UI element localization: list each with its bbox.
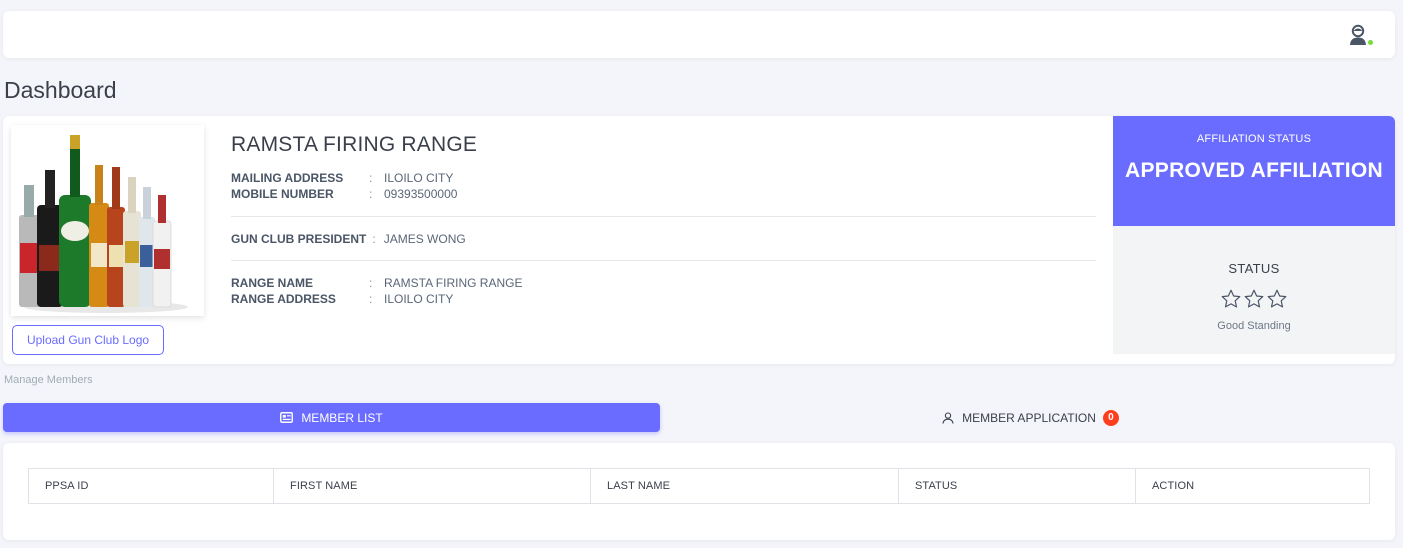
members-table-card: PPSA ID FIRST NAME LAST NAME STATUS ACTI… bbox=[3, 443, 1395, 540]
gun-club-logo bbox=[11, 125, 204, 316]
range-address-label: RANGE ADDRESS bbox=[231, 292, 336, 306]
tab-member-list-label: MEMBER LIST bbox=[301, 410, 383, 425]
mobile-number-label: MOBILE NUMBER bbox=[231, 187, 334, 201]
tab-member-application-label: MEMBER APPLICATION bbox=[962, 410, 1096, 425]
user-avatar[interactable] bbox=[1349, 24, 1374, 46]
affiliation-status-label: AFFILIATION STATUS bbox=[1196, 133, 1312, 145]
president-value: JAMES WONG bbox=[383, 232, 466, 246]
standing-text: Good Standing bbox=[1217, 320, 1291, 332]
divider bbox=[231, 216, 1096, 217]
column-header-action[interactable]: ACTION bbox=[1135, 468, 1370, 504]
mailing-address-value: ILOILO CITY bbox=[384, 171, 454, 185]
gun-club-card: Upload Gun Club Logo RAMSTA FIRING RANGE… bbox=[3, 116, 1395, 364]
mobile-number-row: MOBILE NUMBER : 09393500000 bbox=[231, 187, 457, 201]
separator: : bbox=[369, 171, 373, 185]
range-address-value: ILOILO CITY bbox=[384, 292, 454, 306]
column-header-last-name[interactable]: LAST NAME bbox=[590, 468, 899, 504]
president-label: GUN CLUB PRESIDENT bbox=[231, 232, 367, 246]
mobile-number-value: 09393500000 bbox=[384, 187, 458, 201]
online-status-dot bbox=[1367, 39, 1374, 46]
page-title: Dashboard bbox=[4, 77, 117, 103]
club-name: RAMSTA FIRING RANGE bbox=[231, 133, 478, 156]
tab-member-application[interactable]: MEMBER APPLICATION 0 bbox=[666, 403, 1395, 432]
range-name-label: RANGE NAME bbox=[231, 276, 314, 290]
separator: : bbox=[369, 276, 373, 290]
table-header-row: PPSA ID FIRST NAME LAST NAME STATUS ACTI… bbox=[28, 468, 1370, 504]
column-header-status[interactable]: STATUS bbox=[898, 468, 1136, 504]
president-row: GUN CLUB PRESIDENT : JAMES WONG bbox=[231, 232, 466, 246]
affiliation-status-panel: AFFILIATION STATUS APPROVED AFFILIATION bbox=[1113, 116, 1395, 226]
star-outline-icon bbox=[1267, 289, 1287, 308]
upload-logo-button[interactable]: Upload Gun Club Logo bbox=[12, 325, 164, 355]
mailing-address-label: MAILING ADDRESS bbox=[231, 171, 344, 185]
user-avatar-icon bbox=[1350, 24, 1366, 45]
column-header-first-name[interactable]: FIRST NAME bbox=[273, 468, 591, 504]
star-outline-icon bbox=[1221, 289, 1241, 308]
mailing-address-row: MAILING ADDRESS : ILOILO CITY bbox=[231, 171, 453, 185]
user-icon bbox=[942, 411, 954, 424]
column-header-ppsa-id[interactable]: PPSA ID bbox=[28, 468, 274, 504]
standing-status-panel: STATUS Good Standing bbox=[1113, 226, 1395, 354]
separator: : bbox=[369, 292, 373, 306]
id-card-icon bbox=[280, 412, 294, 423]
range-name-row: RANGE NAME : RAMSTA FIRING RANGE bbox=[231, 276, 522, 290]
affiliation-status-value: APPROVED AFFILIATION bbox=[1125, 159, 1383, 182]
divider bbox=[231, 260, 1096, 261]
separator: : bbox=[369, 187, 373, 201]
members-table: PPSA ID FIRST NAME LAST NAME STATUS ACTI… bbox=[28, 468, 1370, 504]
tab-member-list[interactable]: MEMBER LIST bbox=[3, 403, 660, 432]
range-address-row: RANGE ADDRESS : ILOILO CITY bbox=[231, 292, 453, 306]
application-count-badge: 0 bbox=[1102, 409, 1119, 426]
manage-members-label: Manage Members bbox=[4, 374, 93, 386]
status-label: STATUS bbox=[1228, 261, 1280, 276]
top-navbar bbox=[3, 11, 1395, 58]
rating-stars bbox=[1113, 288, 1395, 310]
star-outline-icon bbox=[1244, 289, 1264, 308]
range-name-value: RAMSTA FIRING RANGE bbox=[384, 276, 523, 290]
separator: : bbox=[372, 232, 376, 246]
